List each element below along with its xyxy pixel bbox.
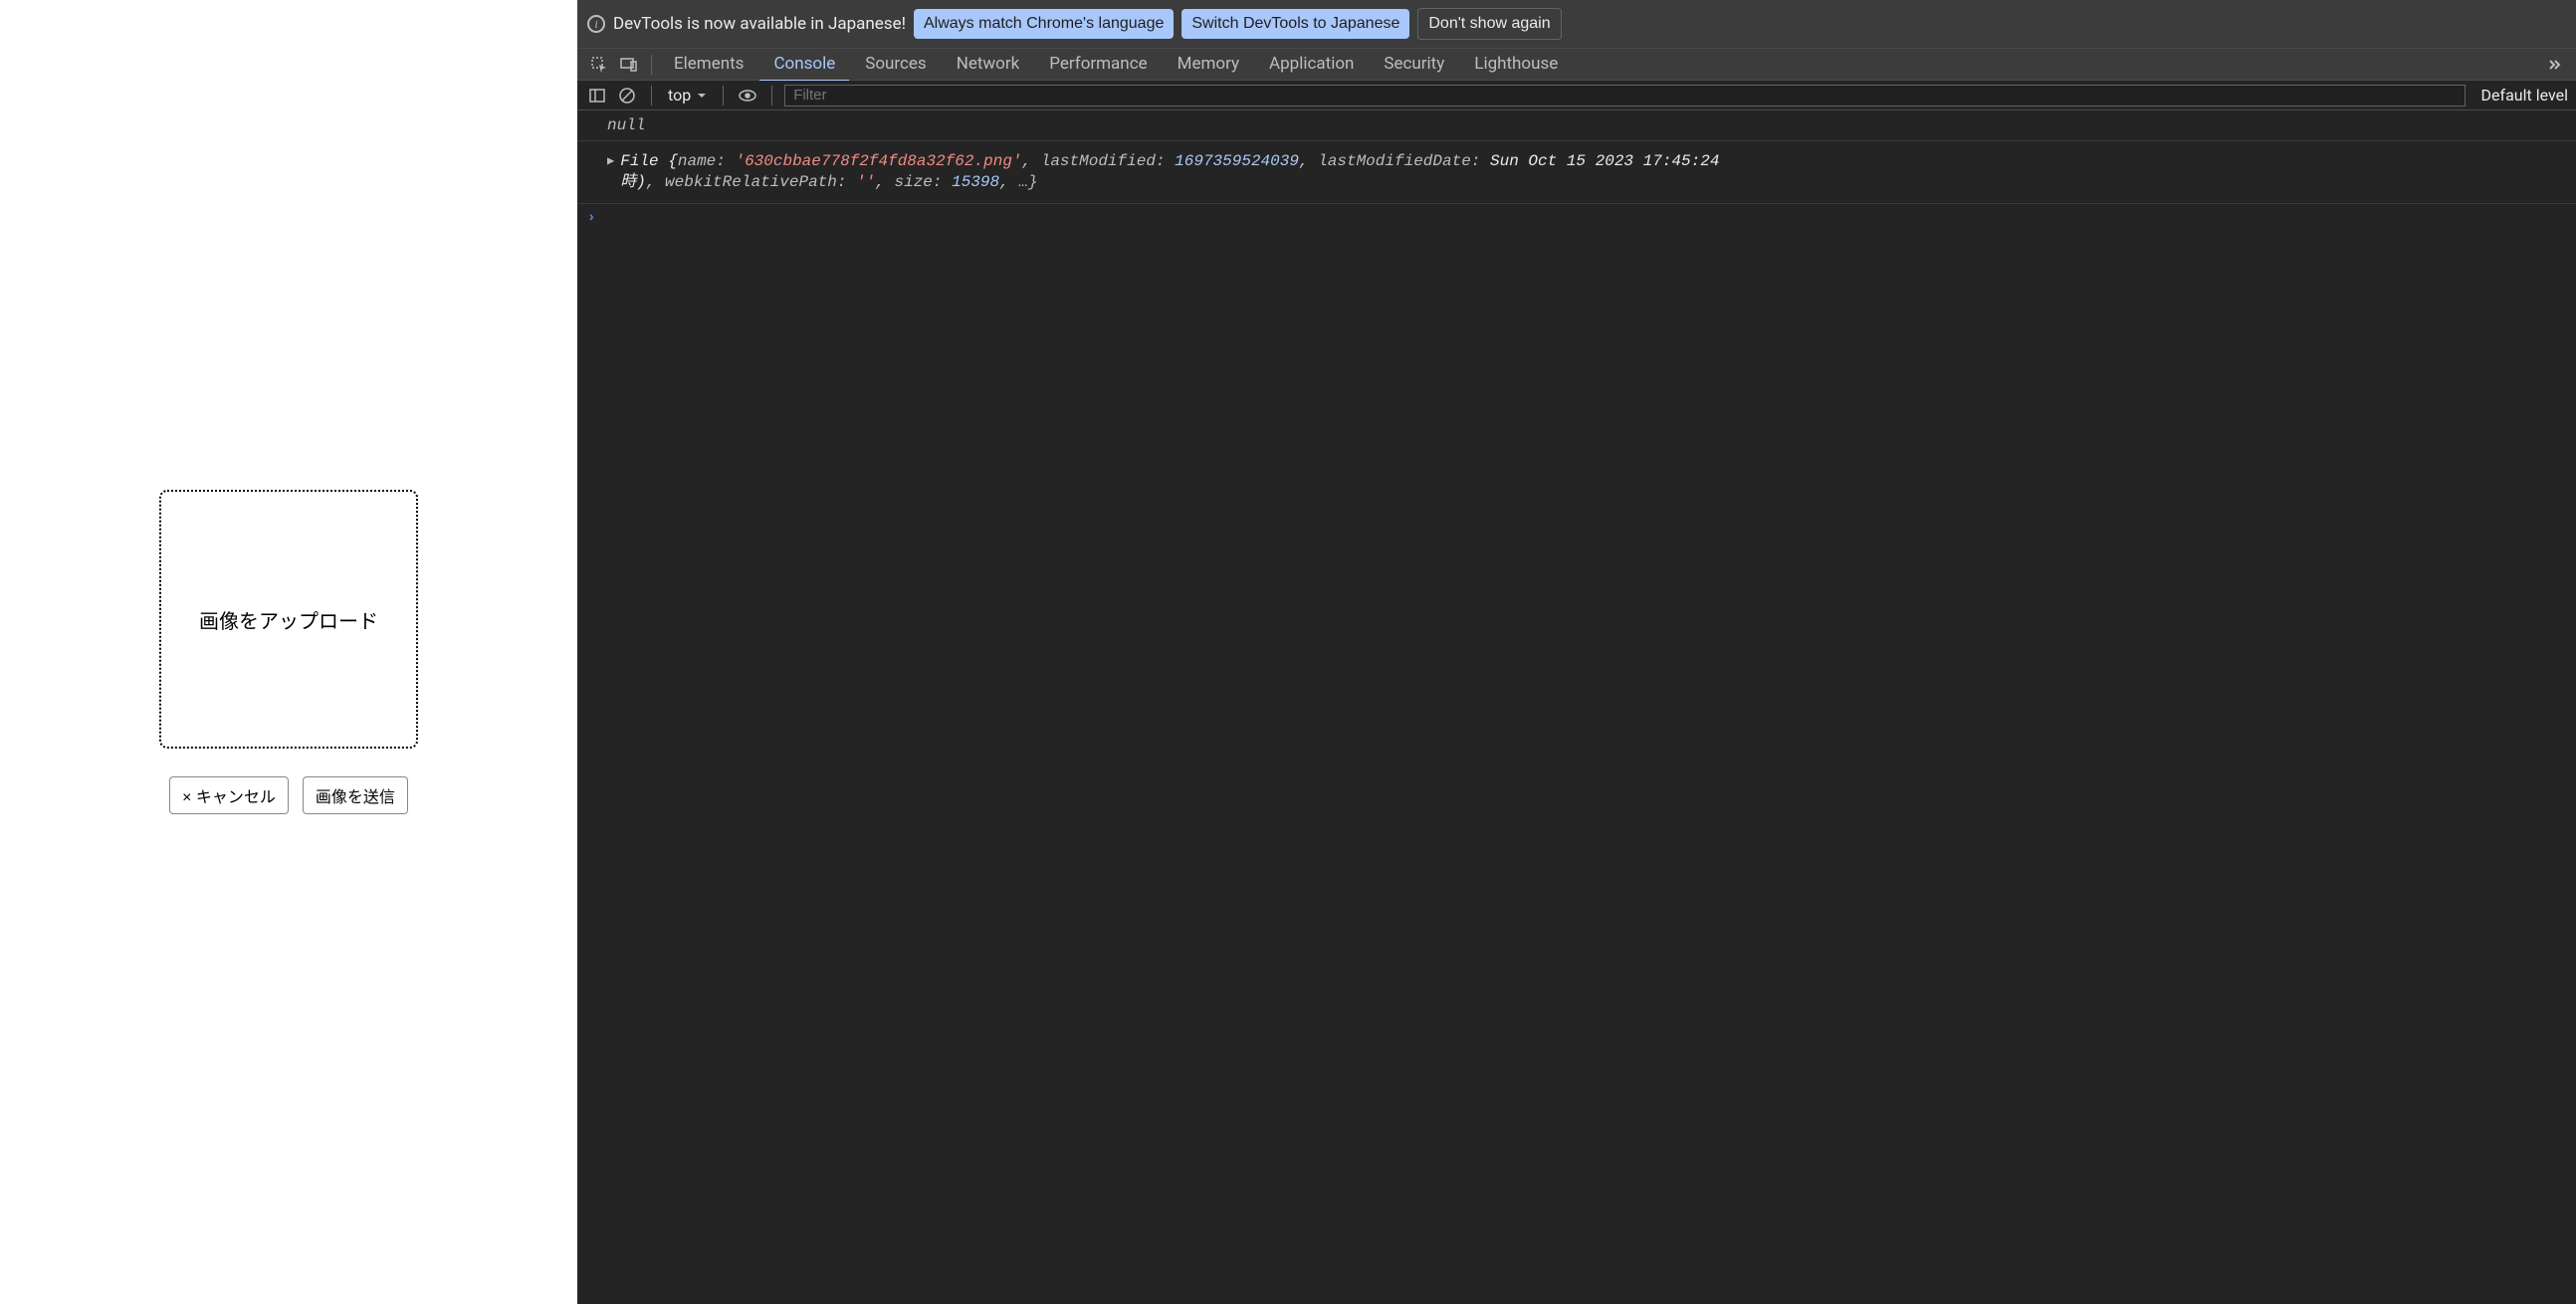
more-tabs-icon[interactable] bbox=[2540, 51, 2568, 79]
switch-language-button[interactable]: Switch DevTools to Japanese bbox=[1181, 9, 1409, 39]
devtools-tabbar: Elements Console Sources Network Perform… bbox=[577, 49, 2576, 81]
inspect-element-icon[interactable] bbox=[585, 51, 613, 79]
tab-network[interactable]: Network bbox=[943, 48, 1034, 82]
expand-triangle-icon[interactable]: ▶ bbox=[607, 154, 614, 170]
infobar-message: DevTools is now available in Japanese! bbox=[613, 14, 906, 34]
cancel-button[interactable]: × キャンセル bbox=[169, 776, 289, 814]
prompt-caret-icon: › bbox=[587, 210, 595, 226]
submit-button[interactable]: 画像を送信 bbox=[303, 776, 408, 814]
device-toolbar-icon[interactable] bbox=[615, 51, 643, 79]
console-log-file-object: ▶ File {name: '630cbbae778f2f4fd8a32f62.… bbox=[577, 141, 2576, 204]
console-log-null: null bbox=[577, 110, 2576, 141]
default-levels-selector[interactable]: Default level bbox=[2471, 86, 2568, 105]
console-prompt[interactable]: › bbox=[577, 204, 2576, 232]
filter-input[interactable] bbox=[784, 85, 2465, 107]
always-match-language-button[interactable]: Always match Chrome's language bbox=[914, 9, 1174, 39]
tab-performance[interactable]: Performance bbox=[1035, 48, 1161, 82]
console-toolbar: top Default level bbox=[577, 81, 2576, 110]
language-infobar: i DevTools is now available in Japanese!… bbox=[577, 0, 2576, 49]
tab-application[interactable]: Application bbox=[1255, 48, 1368, 82]
divider bbox=[771, 86, 772, 106]
tab-sources[interactable]: Sources bbox=[851, 48, 940, 82]
upload-label: 画像をアップロード bbox=[199, 605, 378, 634]
tab-elements[interactable]: Elements bbox=[660, 48, 757, 82]
info-icon: i bbox=[587, 15, 605, 33]
live-expression-icon[interactable] bbox=[736, 84, 759, 108]
divider bbox=[651, 86, 652, 106]
console-object-text: File {name: '630cbbae778f2f4fd8a32f62.pn… bbox=[620, 151, 1719, 193]
tab-security[interactable]: Security bbox=[1370, 48, 1458, 82]
divider bbox=[651, 55, 652, 75]
console-output: null ▶ File {name: '630cbbae778f2f4fd8a3… bbox=[577, 110, 2576, 1304]
button-row: × キャンセル 画像を送信 bbox=[169, 776, 408, 814]
execution-context-selector[interactable]: top bbox=[664, 86, 711, 105]
context-label: top bbox=[668, 86, 691, 105]
devtools-pane: i DevTools is now available in Japanese!… bbox=[577, 0, 2576, 1304]
tab-memory[interactable]: Memory bbox=[1164, 48, 1253, 82]
toggle-sidebar-icon[interactable] bbox=[585, 84, 609, 108]
clear-console-icon[interactable] bbox=[615, 84, 639, 108]
page-content: 画像をアップロード × キャンセル 画像を送信 bbox=[0, 0, 577, 1304]
tab-console[interactable]: Console bbox=[759, 48, 849, 82]
tab-lighthouse[interactable]: Lighthouse bbox=[1460, 48, 1572, 82]
chevron-down-icon bbox=[697, 91, 707, 101]
divider bbox=[723, 86, 724, 106]
upload-dropzone[interactable]: 画像をアップロード bbox=[159, 490, 418, 749]
dont-show-again-button[interactable]: Don't show again bbox=[1417, 8, 1561, 40]
